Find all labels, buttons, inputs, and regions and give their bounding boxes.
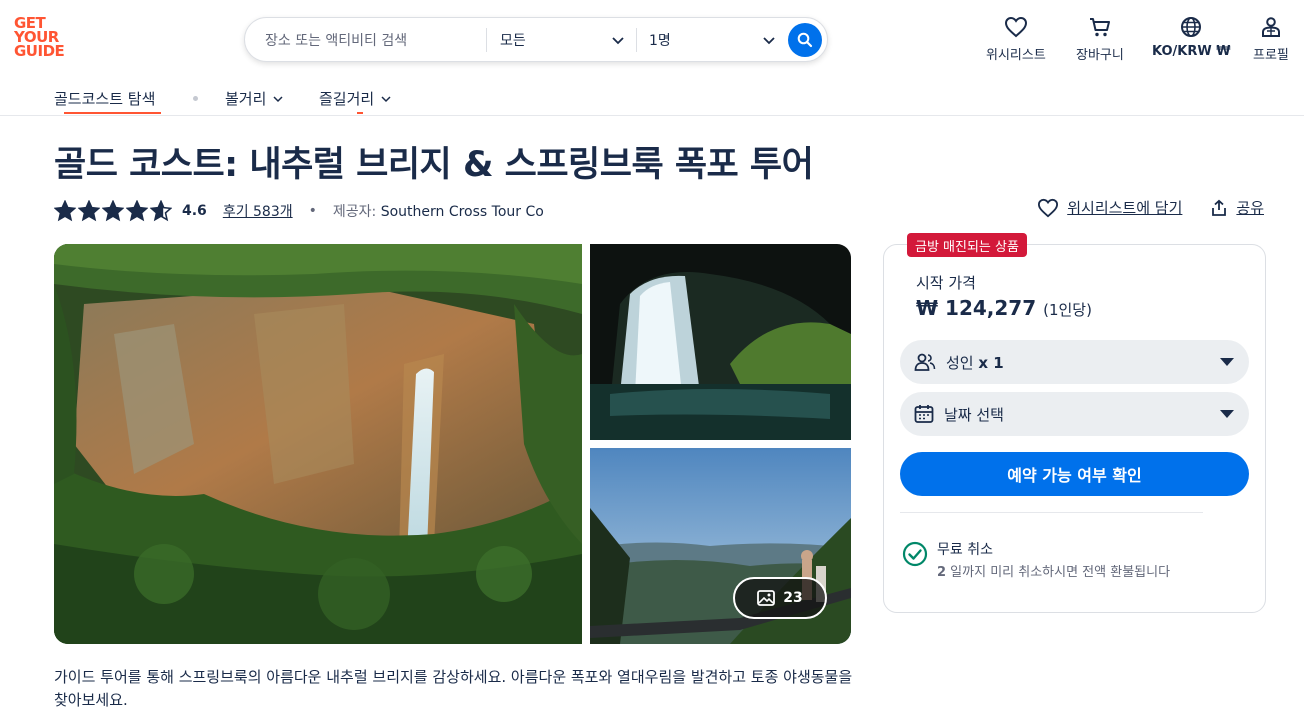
- participants-icon: [914, 353, 936, 371]
- search-bar: 장소 또는 액티비티 검색 모든 1명: [244, 17, 828, 62]
- provider: 제공자: Southern Cross Tour Co: [333, 201, 544, 221]
- people-select[interactable]: 1명: [649, 18, 776, 61]
- date-picker-label: 날짜 선택: [944, 405, 1004, 424]
- chevron-down-icon: [273, 95, 283, 102]
- cart-nav[interactable]: 장바구니: [1076, 15, 1124, 63]
- provider-name[interactable]: Southern Cross Tour Co: [381, 204, 544, 220]
- divider: [900, 512, 1203, 513]
- caret-down-icon: [1220, 358, 1234, 366]
- star-icon: [126, 200, 148, 222]
- main-photo-waterfall-cliff[interactable]: [54, 244, 582, 644]
- add-to-wishlist-label: 위시리스트에 담기: [1067, 199, 1183, 217]
- date-value: 모든: [500, 32, 526, 49]
- wishlist-label: 위시리스트: [986, 48, 1046, 63]
- heart-icon: [1038, 198, 1059, 217]
- chevron-down-icon: [612, 36, 624, 44]
- heart-icon: [1004, 16, 1027, 38]
- check-circle-icon: [902, 541, 928, 567]
- participants-value: 성인 x 1: [946, 352, 1219, 373]
- profile-label: 프로필: [1253, 48, 1289, 63]
- likely-to-sell-out-badge: 금방 매진되는 상품: [907, 233, 1027, 257]
- search-placeholder: 장소 또는 액티비티 검색: [265, 32, 408, 49]
- caret-down-icon: [1220, 410, 1234, 418]
- date-picker[interactable]: 날짜 선택: [900, 392, 1249, 436]
- activities-marker: [357, 112, 363, 114]
- separator-dot: •: [308, 203, 317, 219]
- share-icon: [1212, 199, 1227, 216]
- star-icon: [78, 200, 100, 222]
- price-value: ₩ 124,277: [916, 296, 1037, 320]
- locale-label: KO/KRW ₩: [1152, 44, 1231, 59]
- tab-activities[interactable]: 즐길거리: [319, 88, 392, 109]
- logo-line-3: GUIDE: [14, 42, 65, 60]
- add-to-wishlist-button[interactable]: 위시리스트에 담기: [1037, 197, 1182, 218]
- product-description: 가이드 투어를 통해 스프링브룩의 아름다운 내추럴 브리지를 감상하세요. 아…: [54, 668, 853, 709]
- free-cancellation-text: 2 일까지 미리 취소하시면 전액 환불됩니다: [937, 561, 1170, 580]
- search-icon: [797, 32, 813, 48]
- cart-icon: [1089, 18, 1110, 37]
- provider-label: 제공자:: [332, 204, 377, 220]
- divider: [486, 28, 487, 52]
- rating-stars: [54, 200, 172, 222]
- price-per: (1인당): [1043, 301, 1092, 319]
- cart-label: 장바구니: [1076, 48, 1124, 63]
- photo-natural-bridge-cave[interactable]: [590, 244, 851, 440]
- price: ₩ 124,277 (1인당): [916, 296, 1092, 320]
- rating-value: 4.6: [182, 203, 207, 219]
- logo[interactable]: GET YOUR GUIDE: [14, 16, 74, 60]
- tab-explore[interactable]: 골드코스트 탐색: [54, 88, 155, 109]
- participants-select[interactable]: 성인 x 1: [900, 340, 1249, 384]
- separator-dot: [193, 96, 198, 101]
- search-button[interactable]: [788, 23, 822, 57]
- cancel-text-body: 일까지 미리 취소하시면 전액 환불됩니다: [946, 565, 1171, 580]
- free-cancellation-title: 무료 취소: [937, 542, 993, 558]
- chevron-down-icon: [763, 36, 775, 44]
- reviews-link[interactable]: 후기 583개: [223, 201, 293, 221]
- photo-count-button[interactable]: 23: [733, 577, 827, 619]
- participants-count: x 1: [978, 353, 1004, 372]
- tab-sights[interactable]: 볼거리: [225, 88, 284, 109]
- product-meta: 4.6 후기 583개 • 제공자: Southern Cross Tour C…: [54, 198, 544, 224]
- date-select[interactable]: 모든: [500, 18, 625, 61]
- product-actions: 위시리스트에 담기 공유: [1037, 197, 1264, 218]
- share-button[interactable]: 공유: [1210, 197, 1264, 218]
- people-value: 1명: [649, 32, 671, 49]
- tab-sights-label: 볼거리: [225, 90, 267, 108]
- share-label: 공유: [1236, 199, 1264, 217]
- page-title: 골드 코스트: 내추럴 브리지 & 스프링브룩 폭포 투어: [54, 145, 814, 185]
- star-icon: [102, 200, 124, 222]
- participants-label: 성인: [946, 353, 974, 372]
- tab-activities-label: 즐길거리: [319, 90, 375, 108]
- globe-icon: [1181, 17, 1202, 37]
- star-icon: [54, 200, 76, 222]
- profile-icon: [1261, 17, 1280, 37]
- star-icon: [150, 200, 172, 222]
- tab-explore-label: 골드코스트 탐색: [54, 90, 156, 108]
- wishlist-nav[interactable]: 위시리스트: [986, 15, 1046, 63]
- divider: [636, 28, 637, 52]
- chevron-down-icon: [381, 95, 391, 102]
- locale-nav[interactable]: KO/KRW ₩: [1152, 15, 1231, 59]
- check-availability-button[interactable]: 예약 가능 여부 확인: [900, 452, 1249, 496]
- photo-count-value: 23: [783, 590, 803, 606]
- active-tab-underline: [64, 112, 161, 114]
- calendar-icon: [914, 405, 934, 423]
- image-icon: [757, 590, 776, 606]
- sub-navigation: 골드코스트 탐색 볼거리 즐길거리: [0, 84, 1304, 116]
- price-label: 시작 가격: [916, 274, 976, 292]
- cancel-days: 2: [937, 565, 947, 580]
- profile-nav[interactable]: 프로필: [1253, 15, 1289, 63]
- search-input[interactable]: 장소 또는 액티비티 검색: [265, 18, 485, 61]
